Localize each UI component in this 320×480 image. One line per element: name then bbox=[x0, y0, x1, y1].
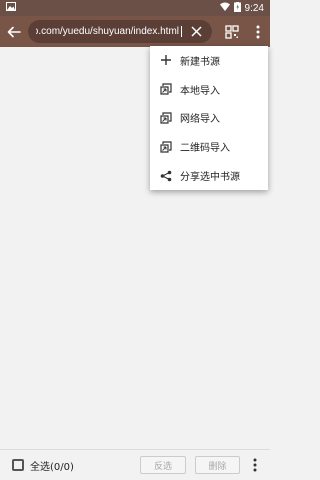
qr-scan-button[interactable] bbox=[218, 16, 246, 47]
invert-selection-button[interactable]: 反选 bbox=[140, 456, 186, 474]
menu-item-local-import[interactable]: 本地导入 bbox=[150, 75, 268, 104]
clear-button[interactable] bbox=[186, 22, 206, 42]
more-button[interactable] bbox=[246, 16, 270, 47]
menu-item-network-import[interactable]: 网络导入 bbox=[150, 104, 268, 133]
select-all-label[interactable]: 全选(0/0) bbox=[30, 458, 140, 473]
bottom-bar: 全选(0/0) 反选 删除 bbox=[0, 449, 270, 480]
battery-icon bbox=[233, 1, 241, 15]
back-button[interactable] bbox=[0, 16, 28, 47]
menu-item-qr-import[interactable]: 二维码导入 bbox=[150, 132, 268, 161]
menu-item-label: 二维码导入 bbox=[180, 143, 230, 155]
text-caret bbox=[181, 26, 182, 37]
menu-item-label: 本地导入 bbox=[180, 85, 220, 97]
menu-item-label: 网络导入 bbox=[180, 114, 220, 126]
bottom-more-button[interactable] bbox=[246, 456, 264, 474]
menu-item-share-selected[interactable]: 分享选中书源 bbox=[150, 161, 268, 190]
menu-item-label: 新建书源 bbox=[180, 56, 220, 68]
share-icon bbox=[158, 168, 174, 184]
status-bar: 9:24 bbox=[0, 0, 270, 16]
menu-item-label: 分享选中书源 bbox=[180, 172, 240, 184]
url-text: ıceo.com/yuedu/shuyuan/index.html bbox=[36, 26, 179, 37]
delete-button[interactable]: 删除 bbox=[195, 456, 240, 474]
import-icon bbox=[158, 139, 174, 155]
menu-item-new-source[interactable]: 新建书源 bbox=[150, 46, 268, 75]
more-vert-icon bbox=[256, 25, 260, 38]
qr-scan-icon bbox=[225, 24, 239, 39]
select-all-checkbox[interactable] bbox=[12, 459, 24, 471]
more-vert-icon bbox=[253, 458, 257, 472]
arrow-left-icon bbox=[7, 26, 21, 37]
import-icon bbox=[158, 110, 174, 126]
close-icon bbox=[190, 26, 202, 37]
plus-icon bbox=[158, 52, 174, 68]
image-icon bbox=[6, 2, 16, 14]
overflow-menu: 新建书源 本地导入 网络导入 二维码导入 分享选中书源 bbox=[150, 46, 268, 190]
wifi-icon bbox=[219, 2, 230, 14]
clock: 9:24 bbox=[244, 2, 264, 14]
toolbar: ıceo.com/yuedu/shuyuan/index.html bbox=[0, 16, 270, 47]
url-input[interactable]: ıceo.com/yuedu/shuyuan/index.html bbox=[28, 20, 212, 43]
import-icon bbox=[158, 81, 174, 97]
